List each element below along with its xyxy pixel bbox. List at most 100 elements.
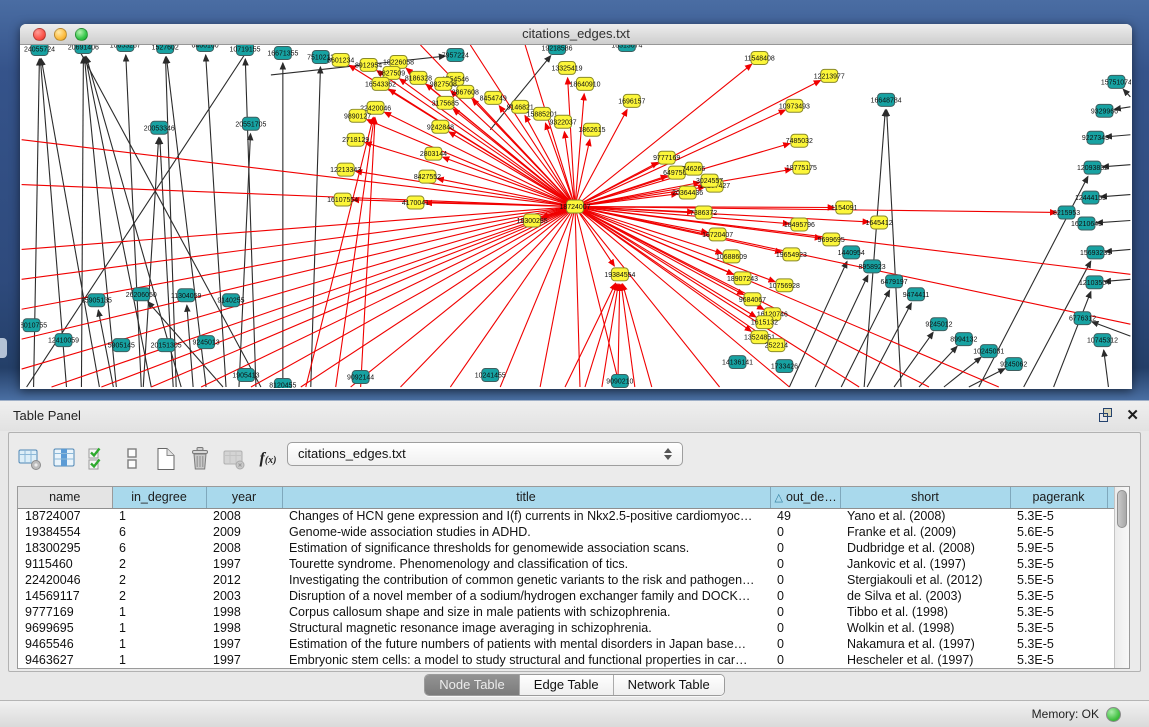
graph-node[interactable]: 6466160 bbox=[192, 45, 219, 51]
table-cell[interactable]: 9777169 bbox=[18, 604, 112, 620]
window-titlebar[interactable]: citations_edges.txt bbox=[20, 24, 1132, 45]
graph-node[interactable]: 18640910 bbox=[569, 77, 600, 90]
table-cell[interactable]: 2009 bbox=[206, 524, 282, 540]
table-mode-button[interactable] bbox=[15, 444, 45, 474]
graph-node[interactable]: 18775175 bbox=[786, 161, 817, 174]
table-cell[interactable]: 2008 bbox=[206, 540, 282, 556]
column-header-pagerank[interactable]: pagerank bbox=[1010, 487, 1107, 508]
table-cell[interactable]: 49 bbox=[770, 508, 840, 524]
graph-node[interactable]: 10719155 bbox=[229, 45, 260, 55]
graph-node[interactable]: 13325419 bbox=[552, 61, 583, 74]
table-cell[interactable]: 0 bbox=[770, 620, 840, 636]
minimize-window-button[interactable] bbox=[54, 28, 67, 41]
table-cell[interactable]: 5.3E-5 bbox=[1010, 652, 1107, 668]
table-cell[interactable]: Stergiakouli et al. (2012) bbox=[840, 572, 1010, 588]
graph-edge[interactable] bbox=[944, 357, 981, 387]
table-cell[interactable]: 6 bbox=[112, 540, 206, 556]
new-column-button[interactable] bbox=[151, 444, 181, 474]
graph-node[interactable]: 8994132 bbox=[950, 333, 977, 346]
graph-node[interactable]: 15751074 bbox=[1101, 75, 1131, 88]
table-cell[interactable]: 2 bbox=[112, 556, 206, 572]
graph-node[interactable]: 16648784 bbox=[871, 93, 902, 106]
column-header-year[interactable]: year bbox=[206, 487, 282, 508]
close-window-button[interactable] bbox=[33, 28, 46, 41]
table-cell[interactable]: Yano et al. (2008) bbox=[840, 508, 1010, 524]
table-cell[interactable]: 5.3E-5 bbox=[1010, 620, 1107, 636]
split-collapse-handle[interactable] bbox=[0, 338, 7, 358]
table-cell[interactable]: 0 bbox=[770, 524, 840, 540]
graph-edge[interactable] bbox=[1123, 89, 1130, 97]
graph-node[interactable]: 16210643 bbox=[1071, 217, 1102, 230]
table-cell[interactable]: 5.3E-5 bbox=[1010, 636, 1107, 652]
table-cell[interactable]: 0 bbox=[770, 572, 840, 588]
graph-node[interactable]: 10653287 bbox=[110, 45, 141, 51]
close-icon[interactable]: ✕ bbox=[1126, 408, 1139, 423]
graph-node[interactable]: 26206050 bbox=[126, 288, 157, 301]
table-cell[interactable]: Structural magnetic resonance image aver… bbox=[282, 620, 770, 636]
graph-edge[interactable] bbox=[618, 284, 620, 387]
table-cell[interactable]: de Silva et al. (2003) bbox=[840, 588, 1010, 604]
graph-node[interactable]: 1733426 bbox=[771, 360, 798, 373]
graph-edge[interactable] bbox=[85, 57, 151, 387]
graph-node[interactable]: 12213343 bbox=[330, 163, 361, 176]
graph-node[interactable]: 6776312 bbox=[1069, 312, 1096, 325]
graph-edge[interactable] bbox=[575, 207, 580, 387]
graph-node[interactable]: 10241455 bbox=[475, 369, 506, 382]
table-cell[interactable]: 6 bbox=[112, 524, 206, 540]
table-cell[interactable]: 5.3E-5 bbox=[1010, 508, 1107, 524]
graph-node[interactable]: 20691406 bbox=[68, 45, 99, 53]
table-cell[interactable]: 5.5E-5 bbox=[1010, 572, 1107, 588]
delete-column-button[interactable] bbox=[185, 444, 215, 474]
graph-edge[interactable] bbox=[864, 110, 885, 387]
column-header-title[interactable]: title bbox=[282, 487, 770, 508]
table-cell[interactable]: Dudbridge et al. (2008) bbox=[840, 540, 1010, 556]
table-cell[interactable]: Estimation of the future numbers of pati… bbox=[282, 636, 770, 652]
table-cell[interactable]: 1997 bbox=[206, 636, 282, 652]
graph-node[interactable]: 1696157 bbox=[618, 94, 645, 107]
table-row[interactable]: 911546021997Tourette syndrome. Phenomeno… bbox=[18, 556, 1114, 572]
table-selector-dropdown[interactable]: citations_edges.txt bbox=[287, 442, 683, 466]
graph-node[interactable]: 1527602 bbox=[152, 45, 179, 53]
graph-edge[interactable] bbox=[126, 55, 141, 387]
table-cell[interactable]: Embryonic stem cells: a model to study s… bbox=[282, 652, 770, 668]
table-cell[interactable]: 14569117 bbox=[18, 588, 112, 604]
table-cell[interactable]: 1 bbox=[112, 604, 206, 620]
table-cell[interactable]: 19384554 bbox=[18, 524, 112, 540]
graph-node[interactable]: 7957224 bbox=[442, 48, 469, 61]
graph-node[interactable]: 18495796 bbox=[784, 218, 815, 231]
graph-node[interactable]: 20151305 bbox=[151, 339, 182, 352]
table-cell[interactable]: Changes of HCN gene expression and I(f) … bbox=[282, 508, 770, 524]
table-cell[interactable]: 9699695 bbox=[18, 620, 112, 636]
graph-node[interactable]: 11548408 bbox=[744, 51, 775, 64]
graph-edge[interactable] bbox=[1105, 135, 1130, 137]
table-cell[interactable]: 2008 bbox=[206, 508, 282, 524]
graph-node[interactable]: 12213977 bbox=[814, 69, 845, 82]
graph-node[interactable]: 12410059 bbox=[48, 334, 79, 347]
tab-node-table[interactable]: Node Table bbox=[425, 675, 519, 695]
graph-node[interactable]: 8215953 bbox=[1053, 206, 1080, 219]
graph-node[interactable]: 8958923 bbox=[859, 260, 886, 273]
graph-node[interactable]: 252214 bbox=[765, 339, 788, 352]
graph-edge[interactable] bbox=[1054, 292, 1091, 387]
table-cell[interactable]: 0 bbox=[770, 604, 840, 620]
table-cell[interactable]: 5.9E-5 bbox=[1010, 540, 1107, 556]
select-rows-button[interactable] bbox=[83, 444, 113, 474]
table-cell[interactable]: Jankovic et al. (1997) bbox=[840, 556, 1010, 572]
graph-edge[interactable] bbox=[789, 261, 847, 387]
table-row[interactable]: 977716911998Corpus callosum shape and si… bbox=[18, 604, 1114, 620]
graph-node[interactable]: 9092144 bbox=[347, 371, 374, 384]
table-cell[interactable]: 1998 bbox=[206, 620, 282, 636]
graph-node[interactable]: 12103504 bbox=[1079, 276, 1110, 289]
graph-node[interactable]: 9474411 bbox=[903, 288, 930, 301]
graph-node[interactable]: 9699695 bbox=[818, 233, 845, 246]
graph-edge[interactable] bbox=[815, 275, 868, 387]
table-cell[interactable]: Hescheler et al. (1997) bbox=[840, 652, 1010, 668]
graph-edge[interactable] bbox=[575, 94, 584, 207]
table-row[interactable]: 969969511998Structural magnetic resonanc… bbox=[18, 620, 1114, 636]
table-cell[interactable]: 1997 bbox=[206, 556, 282, 572]
table-cell[interactable]: Wolkin et al. (1998) bbox=[840, 620, 1010, 636]
table-cell[interactable]: Disruption of a novel member of a sodium… bbox=[282, 588, 770, 604]
graph-node[interactable]: 9245012 bbox=[925, 318, 952, 331]
graph-node[interactable]: 20551705 bbox=[235, 117, 266, 130]
graph-node[interactable]: 12093832 bbox=[1077, 161, 1108, 174]
